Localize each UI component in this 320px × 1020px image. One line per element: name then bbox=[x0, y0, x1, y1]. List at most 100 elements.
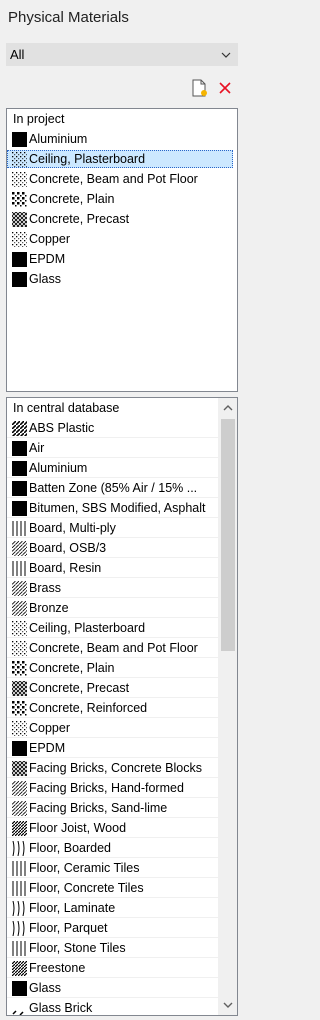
wave-pattern-icon bbox=[12, 841, 27, 856]
diagthin-pattern-icon bbox=[12, 801, 27, 816]
material-row[interactable]: Concrete, Precast bbox=[7, 678, 219, 698]
material-label: Floor, Ceramic Tiles bbox=[29, 861, 140, 875]
material-label: Concrete, Plain bbox=[29, 661, 115, 675]
material-row[interactable]: Aluminium bbox=[7, 129, 237, 149]
material-row[interactable]: Floor Joist, Wood bbox=[7, 818, 219, 838]
material-label: Air bbox=[29, 441, 45, 455]
material-label: Copper bbox=[29, 232, 70, 246]
material-row[interactable]: Board, Resin bbox=[7, 558, 219, 578]
solid-pattern-icon bbox=[12, 461, 27, 476]
material-label: Aluminium bbox=[29, 132, 88, 146]
material-row[interactable]: Floor, Ceramic Tiles bbox=[7, 858, 219, 878]
material-label: Floor, Stone Tiles bbox=[29, 941, 126, 955]
material-label: Bitumen, SBS Modified, Asphalt bbox=[29, 501, 206, 515]
material-label: Board, OSB/3 bbox=[29, 541, 107, 555]
material-row[interactable]: Glass Brick bbox=[7, 998, 219, 1015]
material-row[interactable]: Concrete, Reinforced bbox=[7, 698, 219, 718]
material-label: Board, Multi-ply bbox=[29, 521, 116, 535]
hatch-pattern-icon bbox=[12, 961, 27, 976]
material-label: Ceiling, Plasterboard bbox=[29, 621, 146, 635]
hatch-pattern-icon bbox=[12, 821, 27, 836]
material-row[interactable]: Board, Multi-ply bbox=[7, 518, 219, 538]
vertical-scrollbar[interactable] bbox=[218, 398, 237, 1015]
solid-pattern-icon bbox=[12, 132, 27, 147]
blob-pattern-icon bbox=[12, 701, 27, 716]
material-row[interactable]: Floor, Stone Tiles bbox=[7, 938, 219, 958]
dots-pattern-icon bbox=[12, 721, 27, 736]
material-row[interactable]: EPDM bbox=[7, 738, 219, 758]
page-title: Physical Materials bbox=[8, 9, 129, 26]
material-row[interactable]: Facing Bricks, Concrete Blocks bbox=[7, 758, 219, 778]
material-filter-dropdown[interactable]: All bbox=[6, 43, 238, 66]
material-row[interactable]: Aluminium bbox=[7, 458, 219, 478]
project-materials-list[interactable]: In project Aluminium Ceiling, Plasterboar… bbox=[6, 108, 238, 392]
database-materials-list[interactable]: In central database ABS Plastic Air Alumin… bbox=[6, 397, 238, 1016]
scrollbar-thumb[interactable] bbox=[221, 419, 235, 651]
vert-pattern-icon bbox=[12, 521, 27, 536]
solid-pattern-icon bbox=[12, 252, 27, 267]
material-label: Floor, Parquet bbox=[29, 921, 108, 935]
diag-pattern-icon bbox=[12, 421, 27, 436]
delete-icon[interactable] bbox=[216, 79, 234, 97]
material-row[interactable]: Concrete, Precast bbox=[7, 209, 237, 229]
material-row[interactable]: Floor, Concrete Tiles bbox=[7, 878, 219, 898]
material-label: Floor Joist, Wood bbox=[29, 821, 127, 835]
material-row[interactable]: Floor, Parquet bbox=[7, 918, 219, 938]
material-row[interactable]: Floor, Boarded bbox=[7, 838, 219, 858]
material-row[interactable]: Air bbox=[7, 438, 219, 458]
material-label: Facing Bricks, Concrete Blocks bbox=[29, 761, 202, 775]
dots-pattern-icon bbox=[12, 232, 27, 247]
diagthin-pattern-icon bbox=[12, 581, 27, 596]
dots-pattern-icon bbox=[12, 641, 27, 656]
material-row[interactable]: Concrete, Beam and Pot Floor bbox=[7, 169, 237, 189]
material-row[interactable]: Brass bbox=[7, 578, 219, 598]
material-label: Freestone bbox=[29, 961, 86, 975]
material-row[interactable]: ABS Plastic bbox=[7, 418, 219, 438]
blob-pattern-icon bbox=[12, 192, 27, 207]
material-label: Glass bbox=[29, 272, 61, 286]
dots-pattern-icon bbox=[12, 172, 27, 187]
material-row[interactable]: Bronze bbox=[7, 598, 219, 618]
vert-pattern-icon bbox=[12, 881, 27, 896]
vert-pattern-icon bbox=[12, 861, 27, 876]
material-row[interactable]: Floor, Laminate bbox=[7, 898, 219, 918]
material-row[interactable]: Concrete, Plain bbox=[7, 658, 219, 678]
diagthin-pattern-icon bbox=[12, 781, 27, 796]
material-row[interactable]: Ceiling, Plasterboard bbox=[7, 149, 237, 169]
material-label: Glass Brick bbox=[29, 1001, 93, 1015]
scroll-up-icon[interactable] bbox=[223, 404, 233, 412]
material-label: Facing Bricks, Hand-formed bbox=[29, 781, 184, 795]
chevron-down-icon bbox=[221, 52, 231, 58]
material-row[interactable]: Facing Bricks, Sand-lime bbox=[7, 798, 219, 818]
material-row[interactable]: Bitumen, SBS Modified, Asphalt bbox=[7, 498, 219, 518]
material-label: EPDM bbox=[29, 741, 66, 755]
material-label: Ceiling, Plasterboard bbox=[29, 152, 146, 166]
cross-pattern-icon bbox=[12, 212, 27, 227]
scroll-down-icon[interactable] bbox=[223, 1001, 233, 1009]
material-label: Board, Resin bbox=[29, 561, 102, 575]
material-row[interactable]: Batten Zone (85% Air / 15% ... bbox=[7, 478, 219, 498]
dots-pattern-icon bbox=[12, 152, 27, 167]
material-row[interactable]: Copper bbox=[7, 718, 219, 738]
material-row[interactable]: Facing Bricks, Hand-formed bbox=[7, 778, 219, 798]
material-row[interactable]: Glass bbox=[7, 269, 237, 289]
material-label: Copper bbox=[29, 721, 70, 735]
material-label: Bronze bbox=[29, 601, 69, 615]
solid-pattern-icon bbox=[12, 441, 27, 456]
material-row[interactable]: Board, OSB/3 bbox=[7, 538, 219, 558]
material-label: Floor, Concrete Tiles bbox=[29, 881, 144, 895]
material-row[interactable]: Glass bbox=[7, 978, 219, 998]
new-material-icon[interactable] bbox=[190, 79, 208, 97]
material-row[interactable]: Copper bbox=[7, 229, 237, 249]
material-row[interactable]: Concrete, Beam and Pot Floor bbox=[7, 638, 219, 658]
cross-pattern-icon bbox=[12, 761, 27, 776]
material-row[interactable]: Ceiling, Plasterboard bbox=[7, 618, 219, 638]
solid-pattern-icon bbox=[12, 741, 27, 756]
material-row[interactable]: Freestone bbox=[7, 958, 219, 978]
material-row[interactable]: EPDM bbox=[7, 249, 237, 269]
filter-value: All bbox=[10, 47, 25, 62]
glassbrick-pattern-icon bbox=[12, 1010, 24, 1015]
cross-pattern-icon bbox=[12, 681, 27, 696]
wave-pattern-icon bbox=[12, 921, 27, 936]
material-row[interactable]: Concrete, Plain bbox=[7, 189, 237, 209]
